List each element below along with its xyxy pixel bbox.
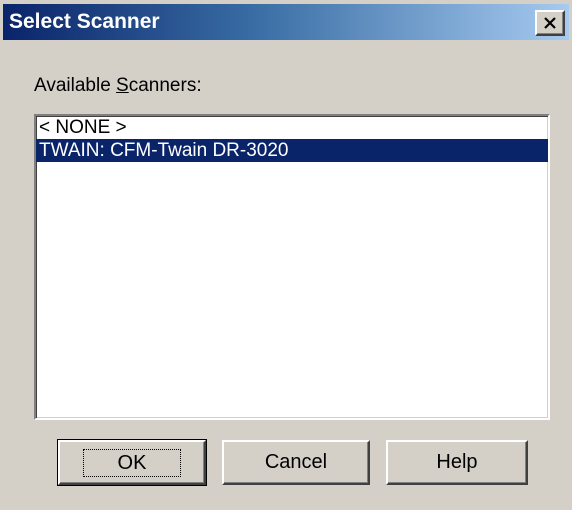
list-item-twain-cfm-dr-3020[interactable]: TWAIN: CFM-Twain DR-3020 (36, 139, 548, 162)
label-suffix: canners: (128, 75, 202, 96)
ok-button-label: OK (82, 448, 182, 477)
select-scanner-dialog: Select Scanner Available Scanners: < NON… (0, 0, 572, 510)
cancel-button[interactable]: Cancel (222, 440, 370, 485)
cancel-button-label: Cancel (264, 451, 328, 473)
label-prefix: Available (34, 75, 117, 96)
close-icon (544, 17, 556, 29)
help-button[interactable]: Help (386, 440, 528, 485)
ok-button[interactable]: OK (57, 439, 207, 486)
list-item-none[interactable]: < NONE > (36, 116, 548, 139)
available-scanners-label: Available Scanners: (34, 75, 202, 97)
title-bar[interactable]: Select Scanner (3, 4, 569, 40)
dialog-title: Select Scanner (9, 10, 160, 33)
scanner-listbox[interactable]: < NONE > TWAIN: CFM-Twain DR-3020 (34, 114, 550, 420)
close-button[interactable] (535, 10, 565, 36)
help-button-label: Help (436, 451, 478, 473)
label-accelerator: S (116, 75, 129, 96)
